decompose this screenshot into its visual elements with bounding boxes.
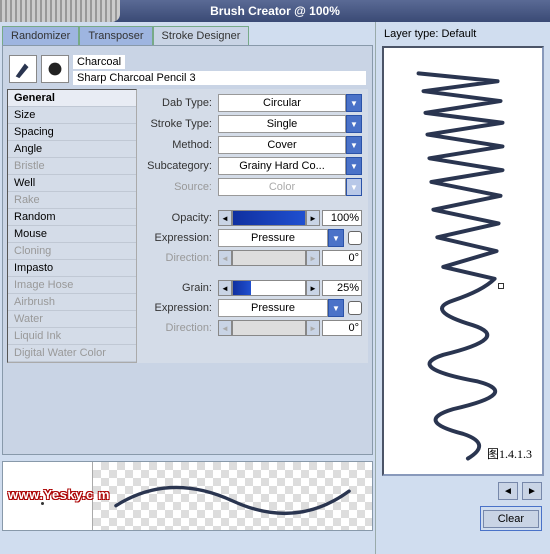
stroke-type-label: Stroke Type: [143,118,218,130]
category-item-impasto[interactable]: Impasto [8,260,136,277]
subcategory-label: Subcategory: [143,160,218,172]
method-label: Method: [143,139,218,151]
expression1-label: Expression: [143,232,218,244]
subcategory-dropdown[interactable]: ▼ [346,157,362,175]
layer-type-label: Layer type: Default [384,28,542,40]
source-label: Source: [143,181,218,193]
direction2-label: Direction: [143,322,218,334]
subcategory-value[interactable]: Grainy Hard Co... [218,157,346,175]
category-item-well[interactable]: Well [8,175,136,192]
expression2-invert[interactable] [348,301,362,315]
stroke-type-dropdown[interactable]: ▼ [346,115,362,133]
tab-randomizer[interactable]: Randomizer [2,26,79,45]
direction2-value: 0° [322,320,362,336]
category-item-angle[interactable]: Angle [8,141,136,158]
category-item-spacing[interactable]: Spacing [8,124,136,141]
direction1-dec: ◄ [218,250,232,266]
direction1-inc: ► [306,250,320,266]
method-value[interactable]: Cover [218,136,346,154]
brush-category-thumb[interactable] [9,55,37,83]
opacity-value[interactable]: 100% [322,210,362,226]
category-item-rake: Rake [8,192,136,209]
expression2-label: Expression: [143,302,218,314]
cursor-marker [498,283,504,289]
direction1-label: Direction: [143,252,218,264]
figure-label: 图1.4.1.3 [487,445,532,462]
expression2-dropdown[interactable]: ▼ [328,299,344,317]
category-item-water: Water [8,311,136,328]
direction1-slider [232,250,306,266]
category-item-image-hose: Image Hose [8,277,136,294]
clear-button[interactable]: Clear [483,510,539,528]
grain-inc[interactable]: ► [306,280,320,296]
ruler-decoration [0,0,120,22]
brush-variant-label: Sharp Charcoal Pencil 3 [73,71,366,85]
grain-label: Grain: [143,282,218,294]
titlebar: Brush Creator @ 100% [0,0,550,22]
dab-type-value[interactable]: Circular [218,94,346,112]
grain-slider[interactable] [232,280,306,296]
opacity-inc[interactable]: ► [306,210,320,226]
opacity-slider[interactable] [232,210,306,226]
watermark: www.Yesky.c m [8,487,110,502]
grain-dec[interactable]: ◄ [218,280,232,296]
opacity-label: Opacity: [143,212,218,224]
expression2-value[interactable]: Pressure [218,299,328,317]
category-item-airbrush: Airbrush [8,294,136,311]
direction2-inc: ► [306,320,320,336]
tab-stroke-designer[interactable]: Stroke Designer [153,26,250,45]
category-item-bristle: Bristle [8,158,136,175]
canvas-preview[interactable]: 图1.4.1.3 [382,46,544,476]
direction2-dec: ◄ [218,320,232,336]
tab-bar: Randomizer Transposer Stroke Designer [2,26,373,45]
category-item-cloning: Cloning [8,243,136,260]
category-item-general[interactable]: General [8,90,136,107]
category-item-size[interactable]: Size [8,107,136,124]
expression1-invert[interactable] [348,231,362,245]
stroke-preview [93,462,372,530]
method-dropdown[interactable]: ▼ [346,136,362,154]
tab-transposer[interactable]: Transposer [79,26,152,45]
brush-variant-thumb[interactable] [41,55,69,83]
category-item-liquid-ink: Liquid Ink [8,328,136,345]
grain-value[interactable]: 25% [322,280,362,296]
expression1-value[interactable]: Pressure [218,229,328,247]
prev-button[interactable]: ◄ [498,482,518,500]
properties-panel: Dab Type: Circular ▼ Stroke Type: Single… [137,89,368,363]
source-dropdown: ▼ [346,178,362,196]
category-item-random[interactable]: Random [8,209,136,226]
category-item-digital-water-color: Digital Water Color [8,345,136,362]
stroke-type-value[interactable]: Single [218,115,346,133]
direction1-value: 0° [322,250,362,266]
window-title: Brush Creator @ 100% [210,4,340,18]
category-item-mouse[interactable]: Mouse [8,226,136,243]
expression1-dropdown[interactable]: ▼ [328,229,344,247]
direction2-slider [232,320,306,336]
category-list: GeneralSizeSpacingAngleBristleWellRakeRa… [7,89,137,363]
dab-type-label: Dab Type: [143,97,218,109]
dab-type-dropdown[interactable]: ▼ [346,94,362,112]
source-value: Color [218,178,346,196]
opacity-dec[interactable]: ◄ [218,210,232,226]
brush-header: Charcoal Sharp Charcoal Pencil 3 [7,50,368,87]
brush-category-label: Charcoal [73,55,125,69]
next-button[interactable]: ► [522,482,542,500]
